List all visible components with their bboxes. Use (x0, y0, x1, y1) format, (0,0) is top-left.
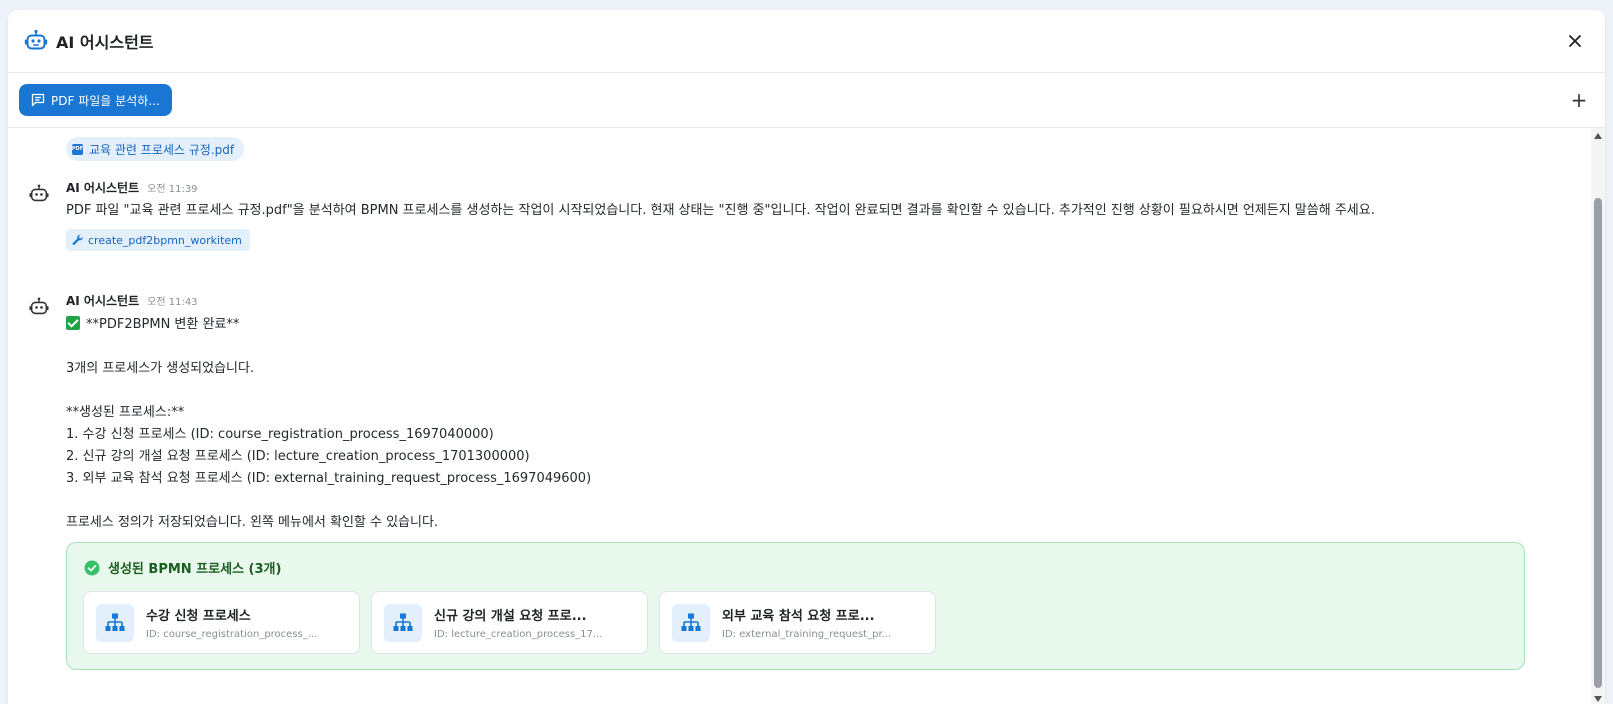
generated-processes-label: 생성된 BPMN 프로세스 (3개) (108, 562, 282, 577)
wrench-icon (72, 234, 83, 245)
scroll-up-icon[interactable] (1594, 133, 1602, 139)
message-text: PDF 파일 "교육 관련 프로세스 규정.pdf"을 분석하여 BPMN 프로… (66, 203, 1375, 218)
process-name: 수강 신청 프로세스 (146, 609, 251, 624)
message-line: 3개의 프로세스가 생성되었습니다. (66, 361, 255, 376)
process-diagram-icon (96, 603, 134, 642)
assistant-message: AI 어시스턴트 오전 11:43 **PDF2BPMN 변환 완료** 3개의… (28, 292, 1575, 532)
message-time: 오전 11:43 (147, 297, 198, 308)
plus-icon: + (1570, 88, 1588, 112)
pdf-file-icon: PDF (72, 143, 83, 155)
message-meta: AI 어시스턴트 오전 11:39 (66, 179, 1575, 196)
process-card-list: 수강 신청 프로세스 ID: course_registration_proce… (83, 591, 936, 654)
process-id: ID: lecture_creation_process_17... (434, 629, 603, 640)
tool-name: create_pdf2bpmn_workitem (88, 233, 242, 247)
session-toolbar: PDF 파일을 분석하... + (8, 73, 1605, 128)
generated-processes-title: 생성된 BPMN 프로세스 (3개) (84, 558, 281, 577)
robot-icon (24, 29, 48, 50)
attachment-chip[interactable]: PDF 교육 관련 프로세스 규정.pdf (66, 137, 245, 161)
message-line: 프로세스 정의가 저장되었습니다. 왼쪽 메뉴에서 확인할 수 있습니다. (66, 515, 439, 530)
panel-title: AI 어시스턴트 (56, 33, 154, 52)
assistant-panel: AI 어시스턴트 PDF 파일을 분석하... + PDF 교육 관련 프로세스… (8, 10, 1605, 704)
hierarchy-icon (105, 613, 125, 631)
scroll-down-icon[interactable] (1594, 696, 1602, 702)
check-mark-icon (66, 316, 80, 330)
tool-call-chip[interactable]: create_pdf2bpmn_workitem (66, 229, 250, 251)
process-id: ID: course_registration_process_... (146, 629, 318, 640)
close-button[interactable] (1559, 25, 1591, 57)
process-card[interactable]: 신규 강의 개설 요청 프로... ID: lecture_creation_p… (371, 591, 648, 654)
process-card[interactable]: 외부 교육 참석 요청 프로... ID: external_training_… (659, 591, 936, 654)
message-list[interactable]: PDF 교육 관련 프로세스 규정.pdf AI 어시스턴트 오전 11:39 … (8, 128, 1605, 704)
process-card[interactable]: 수강 신청 프로세스 ID: course_registration_proce… (83, 591, 360, 654)
process-name: 신규 강의 개설 요청 프로... (434, 609, 587, 624)
message-author: AI 어시스턴트 (66, 294, 140, 308)
chat-session-label: PDF 파일을 분석하... (51, 93, 160, 108)
hierarchy-icon (681, 613, 701, 631)
panel-header: AI 어시스턴트 (8, 10, 1605, 73)
check-circle-icon (84, 560, 100, 575)
message-body: AI 어시스턴트 오전 11:43 **PDF2BPMN 변환 완료** 3개의… (66, 292, 1575, 534)
message-text: **PDF2BPMN 변환 완료** 3개의 프로세스가 생성되었습니다. **… (66, 314, 1575, 534)
message-heading: **PDF2BPMN 변환 완료** (86, 317, 240, 332)
process-diagram-icon (384, 603, 422, 642)
process-id: ID: external_training_request_pr... (722, 629, 892, 640)
robot-avatar-icon (29, 297, 49, 315)
message-meta: AI 어시스턴트 오전 11:43 (66, 292, 1575, 309)
hierarchy-icon (393, 613, 413, 631)
assistant-message: AI 어시스턴트 오전 11:39 PDF 파일 "교육 관련 프로세스 규정.… (28, 179, 1575, 279)
message-line: 1. 수강 신청 프로세스 (ID: course_registration_p… (66, 427, 494, 442)
message-line: 3. 외부 교육 참석 요청 프로세스 (ID: external_traini… (66, 471, 592, 486)
chat-icon (31, 93, 45, 107)
scrollbar-thumb[interactable] (1594, 198, 1602, 688)
message-author: AI 어시스턴트 (66, 181, 140, 195)
robot-avatar-icon (29, 184, 49, 202)
chat-session-button[interactable]: PDF 파일을 분석하... (19, 84, 172, 116)
message-time: 오전 11:39 (147, 184, 198, 195)
message-line: **생성된 프로세스:** (66, 405, 185, 420)
process-diagram-icon (672, 603, 710, 642)
message-body: AI 어시스턴트 오전 11:39 PDF 파일 "교육 관련 프로세스 규정.… (66, 179, 1575, 251)
message-line: 2. 신규 강의 개설 요청 프로세스 (ID: lecture_creatio… (66, 449, 530, 464)
message-scrollbar[interactable] (1591, 128, 1605, 704)
process-name: 외부 교육 참석 요청 프로... (722, 609, 875, 624)
new-chat-button[interactable]: + (1565, 86, 1593, 114)
generated-processes-box: 생성된 BPMN 프로세스 (3개) 수강 신청 프로세스 ID: course… (66, 542, 1525, 670)
attachment-filename: 교육 관련 프로세스 규정.pdf (89, 142, 235, 157)
close-icon (1569, 35, 1581, 47)
